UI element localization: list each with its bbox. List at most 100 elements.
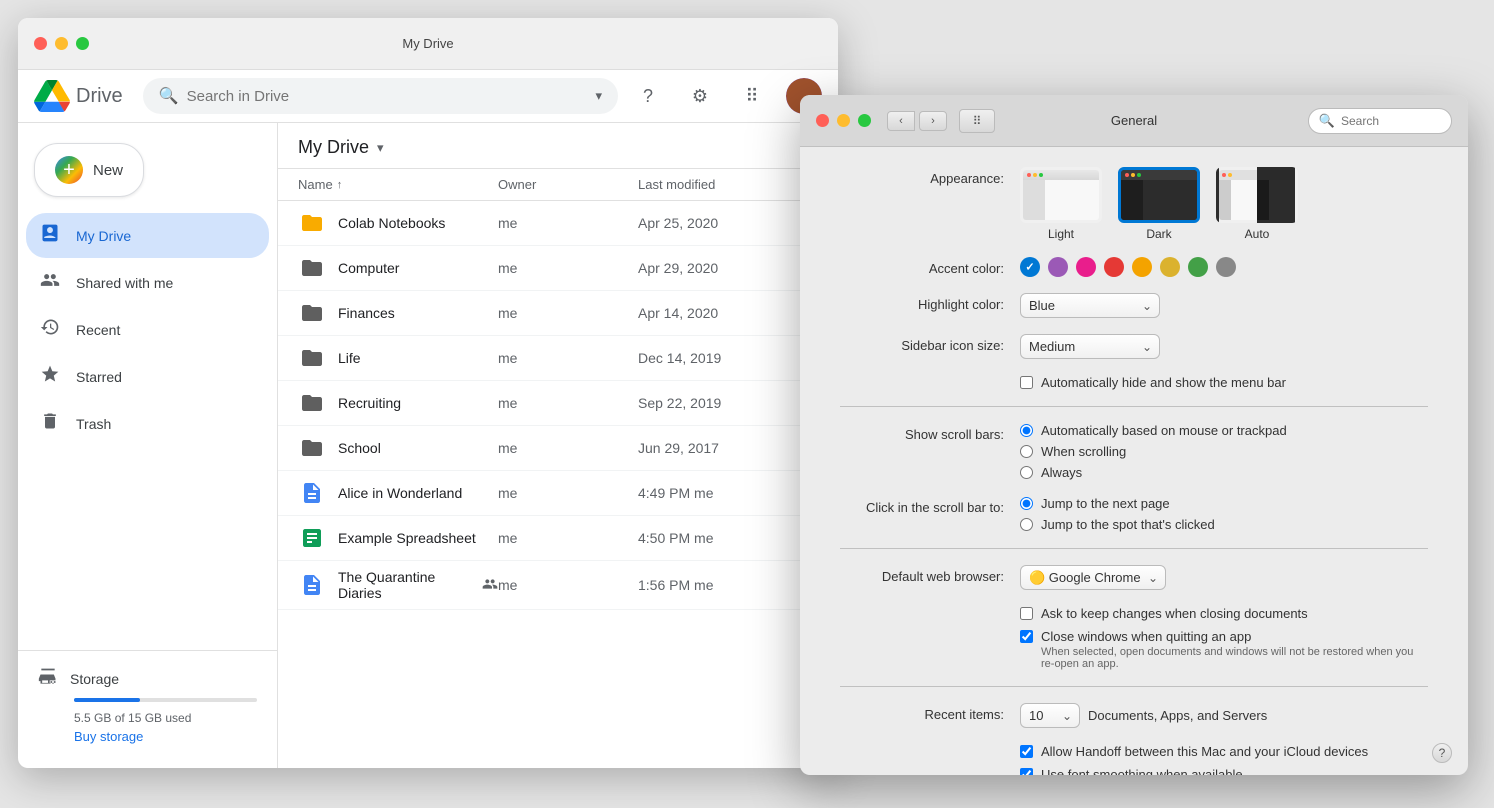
recent-items-count-select[interactable]: 10 [1020, 703, 1080, 728]
forward-button[interactable]: › [919, 111, 947, 131]
scroll-always-radio[interactable] [1020, 466, 1033, 479]
sidebar-item-recent[interactable]: Recent [26, 307, 269, 352]
recent-items-control: 10 Documents, Apps, and Servers [1020, 703, 1428, 728]
sidebar-icon-size-select[interactable]: Medium [1020, 334, 1160, 359]
scroll-bars-label: Show scroll bars: [840, 423, 1020, 442]
accent-blue[interactable] [1020, 257, 1040, 277]
file-name-text: The Quarantine Diaries [338, 569, 474, 601]
click-scroll-control: Jump to the next page Jump to the spot t… [1020, 496, 1428, 532]
file-name-text: Colab Notebooks [338, 215, 445, 231]
search-input[interactable] [187, 88, 588, 105]
font-smoothing-checkbox[interactable] [1020, 768, 1033, 775]
accent-graphite[interactable] [1216, 257, 1236, 277]
syspref-search-input[interactable] [1341, 114, 1441, 128]
sidebar-item-trash[interactable]: Trash [26, 401, 269, 446]
sidebar-item-starred[interactable]: Starred [26, 354, 269, 399]
scroll-bars-radio-group: Automatically based on mouse or trackpad… [1020, 423, 1428, 480]
accent-colors [1020, 257, 1428, 277]
folder-icon [298, 254, 326, 282]
accent-green[interactable] [1188, 257, 1208, 277]
recent-items-suffix: Documents, Apps, and Servers [1088, 708, 1267, 723]
close-on-quit-checkbox[interactable] [1020, 607, 1033, 620]
syspref-maximize-button[interactable] [858, 114, 871, 127]
file-name: The Quarantine Diaries [338, 569, 498, 601]
file-row[interactable]: Alice in Wonderland me 4:49 PM me [278, 471, 838, 516]
click-scroll-row: Click in the scroll bar to: Jump to the … [840, 496, 1428, 532]
file-row[interactable]: Colab Notebooks me Apr 25, 2020 [278, 201, 838, 246]
accent-yellow[interactable] [1160, 257, 1180, 277]
scroll-auto-radio[interactable] [1020, 424, 1033, 437]
file-name: Colab Notebooks [338, 215, 498, 231]
search-dropdown-icon[interactable]: ▾ [595, 88, 602, 104]
appearance-option-dark[interactable]: Dark [1118, 167, 1200, 241]
scroll-scrolling-radio[interactable] [1020, 445, 1033, 458]
file-row[interactable]: Finances me Apr 14, 2020 [278, 291, 838, 336]
recent-items-label: Recent items: [840, 703, 1020, 722]
accent-red[interactable] [1104, 257, 1124, 277]
highlight-color-select[interactable]: Blue [1020, 293, 1160, 318]
file-row[interactable]: Example Spreadsheet me 4:50 PM me [278, 516, 838, 561]
my-drive-dropdown-icon[interactable]: ▾ [377, 140, 384, 156]
file-owner: me [498, 260, 638, 276]
file-row[interactable]: The Quarantine Diaries me 1:56 PM me [278, 561, 838, 610]
syspref-content: Appearance: [800, 147, 1468, 775]
column-owner: Owner [498, 177, 638, 192]
syspref-minimize-button[interactable] [837, 114, 850, 127]
close-button[interactable] [34, 37, 47, 50]
handoff-checkbox[interactable] [1020, 745, 1033, 758]
apps-icon-button[interactable]: ⠿ [734, 78, 770, 114]
grid-view-button[interactable]: ⠿ [959, 109, 995, 133]
help-button[interactable]: ? [1432, 743, 1452, 763]
drive-toolbar: Drive 🔍 ▾ ? ⚙ ⠿ [18, 70, 838, 123]
settings-icon-button[interactable]: ⚙ [682, 78, 718, 114]
file-owner: me [498, 530, 638, 546]
back-button[interactable]: ‹ [887, 111, 915, 131]
click-scroll-spot-radio[interactable] [1020, 518, 1033, 531]
search-bar[interactable]: 🔍 ▾ [143, 78, 618, 114]
file-name: Life [338, 350, 498, 366]
syspref-window-controls [816, 114, 871, 127]
column-name-label: Name [298, 177, 333, 192]
file-row[interactable]: Computer me Apr 29, 2020 [278, 246, 838, 291]
file-modified: 4:49 PM me [638, 485, 818, 501]
scroll-scrolling-label: When scrolling [1041, 444, 1126, 459]
buy-storage-link[interactable]: Buy storage [74, 729, 257, 744]
new-button[interactable]: + New [34, 143, 144, 197]
font-smoothing-row: Use font smoothing when available [840, 767, 1428, 775]
drive-titlebar: My Drive [18, 18, 838, 70]
appearance-label: Appearance: [840, 167, 1020, 186]
click-scroll-spot-row: Jump to the spot that's clicked [1020, 517, 1428, 532]
appearance-thumb-auto [1216, 167, 1298, 223]
column-name[interactable]: Name ↑ [298, 177, 498, 192]
menu-bar-checkbox[interactable] [1020, 376, 1033, 389]
default-browser-select[interactable]: 🟡 Google Chrome [1020, 565, 1166, 590]
default-browser-label: Default web browser: [840, 565, 1020, 584]
close-windows-checkbox[interactable] [1020, 630, 1033, 643]
accent-pink[interactable] [1076, 257, 1096, 277]
appearance-option-auto[interactable]: Auto [1216, 167, 1298, 241]
sheet-icon [298, 524, 326, 552]
sidebar-item-label-shared: Shared with me [76, 275, 173, 291]
drive-logo-icon [34, 80, 70, 112]
minimize-button[interactable] [55, 37, 68, 50]
sidebar-item-label-recent: Recent [76, 322, 120, 338]
appearance-option-light[interactable]: Light [1020, 167, 1102, 241]
sidebar-item-my-drive[interactable]: My Drive [26, 213, 269, 258]
scroll-always-row: Always [1020, 465, 1428, 480]
drive-window: My Drive Drive 🔍 ▾ ? ⚙ ⠿ [18, 18, 838, 768]
accent-orange[interactable] [1132, 257, 1152, 277]
storage-used-text: 5.5 GB of 15 GB used [74, 711, 191, 725]
maximize-button[interactable] [76, 37, 89, 50]
click-scroll-next-radio[interactable] [1020, 497, 1033, 510]
file-owner: me [498, 395, 638, 411]
click-scroll-page-row: Jump to the next page [1020, 496, 1428, 511]
file-row[interactable]: School me Jun 29, 2017 [278, 426, 838, 471]
help-icon-button[interactable]: ? [630, 78, 666, 114]
file-row[interactable]: Recruiting me Sep 22, 2019 [278, 381, 838, 426]
syspref-close-button[interactable] [816, 114, 829, 127]
syspref-search[interactable]: 🔍 [1308, 108, 1452, 134]
accent-purple[interactable] [1048, 257, 1068, 277]
default-browser-select-wrap: 🟡 Google Chrome [1020, 565, 1166, 590]
file-row[interactable]: Life me Dec 14, 2019 [278, 336, 838, 381]
sidebar-item-shared[interactable]: Shared with me [26, 260, 269, 305]
